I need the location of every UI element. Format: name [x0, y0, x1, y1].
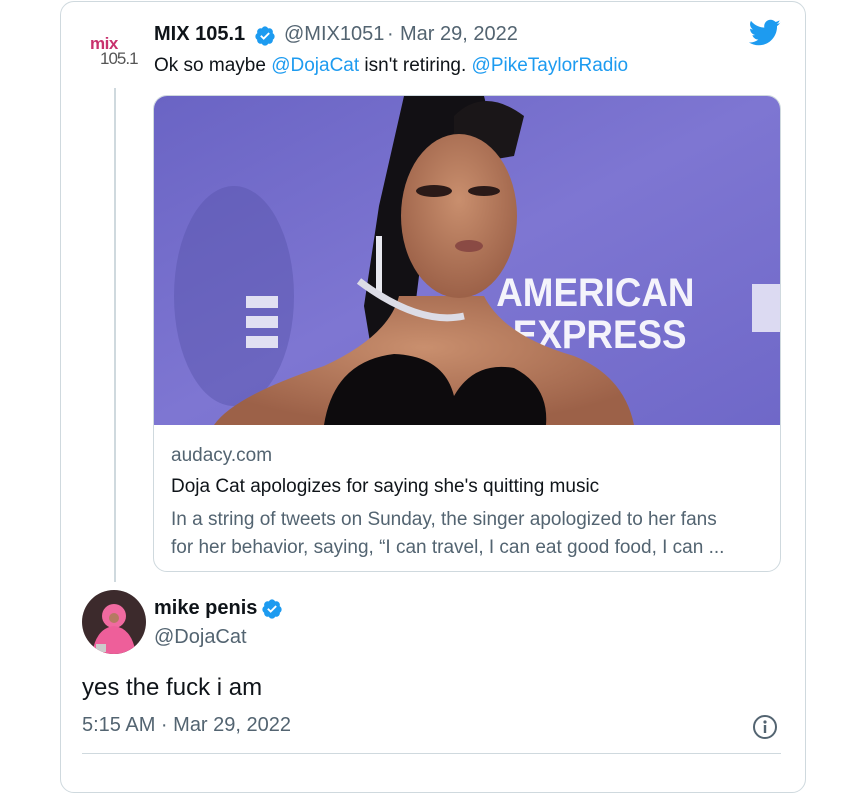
link-domain: audacy.com	[171, 445, 273, 466]
quoted-date[interactable]: Mar 29, 2022	[400, 23, 518, 46]
reply-display-name[interactable]: mike penis	[154, 597, 257, 620]
tweet-text-prefix: Ok so maybe	[154, 55, 272, 76]
dojacat-avatar[interactable]	[82, 590, 146, 654]
link-description-line: In a string of tweets on Sunday, the sin…	[171, 509, 717, 530]
info-icon[interactable]	[752, 714, 778, 740]
article-photo: AMERICAN EXPRESS	[154, 96, 780, 425]
footer-divider	[82, 753, 781, 754]
link-description-line: for her behavior, saying, “I can travel,…	[171, 537, 725, 558]
avatar-logo-number: 105.1	[100, 49, 139, 68]
link-description: In a string of tweets on Sunday, the sin…	[171, 506, 771, 562]
mix1051-avatar[interactable]: mix 105.1	[90, 34, 139, 70]
verified-badge-icon	[262, 599, 282, 619]
quoted-display-name[interactable]: MIX 105.1	[154, 23, 245, 46]
photo-sign-line1: AMERICAN	[496, 271, 694, 316]
reply-timestamp[interactable]: 5:15 AM · Mar 29, 2022	[82, 714, 291, 737]
quoted-handle[interactable]: @MIX1051	[284, 23, 384, 46]
mention-piketaylorradio-link[interactable]: @PikeTaylorRadio	[472, 55, 629, 76]
thread-line	[114, 88, 116, 582]
reply-tweet-text: yes the fuck i am	[82, 674, 263, 701]
reply-handle[interactable]: @DojaCat	[154, 626, 247, 649]
twitter-bird-icon[interactable]	[749, 19, 781, 47]
tweet-text-middle: isn't retiring.	[359, 55, 472, 76]
verified-badge-icon	[255, 26, 275, 46]
quoted-tweet-text: Ok so maybe @DojaCat isn't retiring. @Pi…	[154, 55, 628, 77]
meta-separator: ·	[387, 23, 394, 45]
link-title: Doja Cat apologizes for saying she's qui…	[171, 476, 600, 497]
mention-dojacat-link[interactable]: @DojaCat	[271, 55, 359, 76]
link-preview-card[interactable]: AMERICAN EXPRESS audacy.com Doja Cat apo…	[153, 95, 781, 572]
